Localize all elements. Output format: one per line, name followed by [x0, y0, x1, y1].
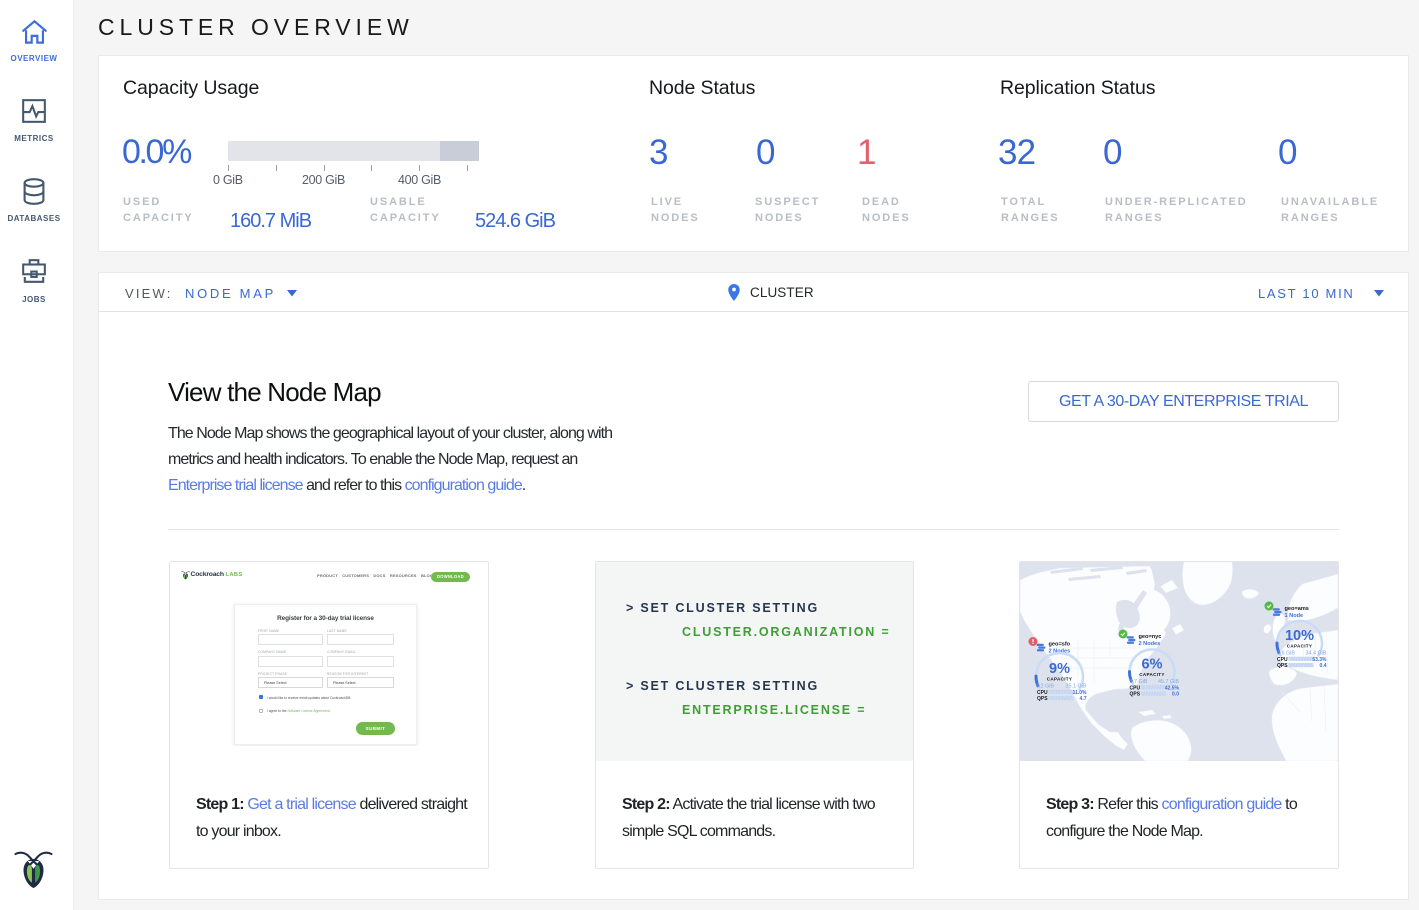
svg-text:53.3%: 53.3%: [1312, 657, 1327, 663]
svg-text:9%: 9%: [1049, 661, 1070, 677]
svg-text:geo=ams: geo=ams: [1285, 606, 1309, 612]
svg-text:geo=sfo: geo=sfo: [1049, 642, 1071, 648]
svg-text:35.1 GiB: 35.1 GiB: [1066, 684, 1087, 690]
svg-text:34.4 GiB: 34.4 GiB: [1306, 651, 1327, 657]
svg-text:3.2 GiB: 3.2 GiB: [1036, 684, 1054, 690]
svg-text:CPU: CPU: [1277, 657, 1288, 663]
svg-text:CAPACITY: CAPACITY: [1287, 643, 1313, 648]
svg-text:3.7 GiB: 3.7 GiB: [1130, 679, 1148, 685]
svg-text:QPS: QPS: [1277, 663, 1288, 669]
svg-text:2 Nodes: 2 Nodes: [1139, 641, 1161, 647]
svg-text:45.7 GiB: 45.7 GiB: [1158, 679, 1179, 685]
svg-text:QPS: QPS: [1037, 696, 1048, 702]
svg-text:3.6 GiB: 3.6 GiB: [1277, 651, 1295, 657]
svg-text:42.5%: 42.5%: [1165, 685, 1180, 691]
svg-text:CPU: CPU: [1130, 685, 1141, 691]
svg-text:1 Node: 1 Node: [1285, 613, 1304, 619]
svg-text:QPS: QPS: [1130, 692, 1141, 698]
svg-text:10%: 10%: [1285, 628, 1314, 644]
svg-text:0.4: 0.4: [1320, 663, 1327, 669]
svg-text:CAPACITY: CAPACITY: [1047, 676, 1073, 681]
svg-text:CPU: CPU: [1037, 690, 1048, 696]
svg-text:4.7: 4.7: [1080, 696, 1087, 702]
svg-text:6%: 6%: [1142, 657, 1163, 673]
svg-text:geo=nyc: geo=nyc: [1139, 634, 1162, 640]
svg-text:CAPACITY: CAPACITY: [1139, 672, 1165, 677]
svg-text:11.0%: 11.0%: [1073, 690, 1087, 696]
svg-text:0.0: 0.0: [1172, 692, 1179, 698]
